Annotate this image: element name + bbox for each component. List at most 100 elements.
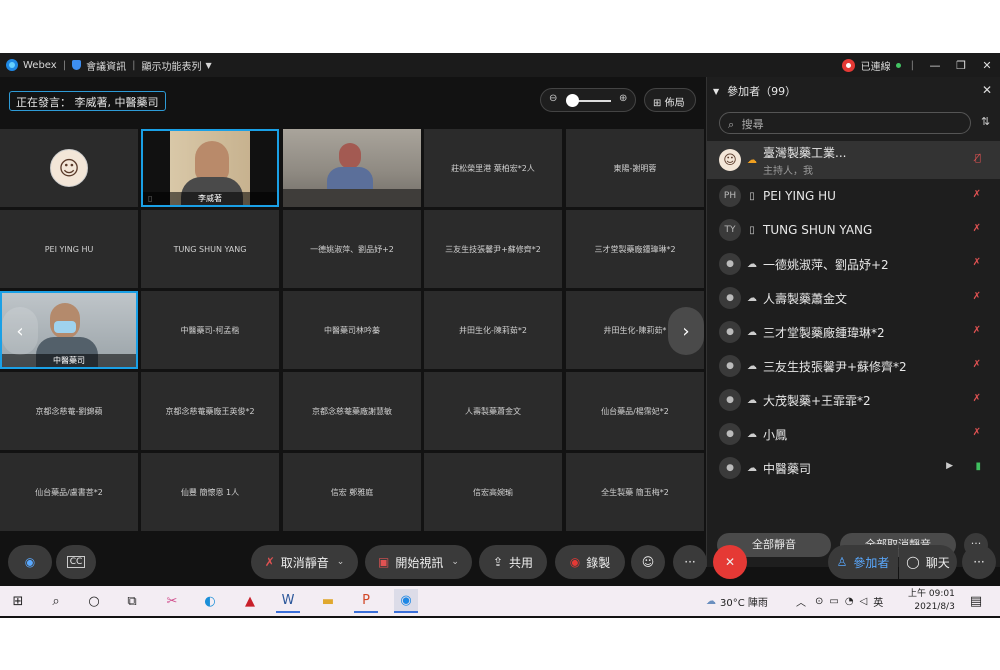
mic-muted-icon: ✗ [264, 555, 275, 569]
video-tile[interactable]: 中醫藥司-柯孟楷 [141, 291, 279, 369]
more-panels-button[interactable]: ··· [962, 545, 996, 579]
notification-icon[interactable]: ▤ [964, 589, 988, 613]
windows-start-icon[interactable]: ⊞ [6, 589, 30, 613]
mic-muted-icon[interactable]: ✗ [973, 189, 981, 200]
meeting-info-button[interactable]: 會議資訊 [86, 58, 126, 73]
zoom-in-icon[interactable]: ⊕ [619, 93, 627, 104]
chevron-down-icon[interactable]: ⌄ [337, 557, 345, 567]
webex-taskbar-icon[interactable]: ◉ [394, 589, 418, 613]
record-button[interactable]: ◉ 錄製 [555, 545, 625, 579]
pdf-reader-icon[interactable]: ▲ [238, 589, 262, 613]
network-icon[interactable]: ◔ [845, 596, 854, 607]
mic-muted-icon[interactable]: ✗ [973, 325, 981, 336]
previous-page-button[interactable]: ‹ [2, 307, 38, 355]
chevron-down-icon[interactable]: ⌄ [451, 557, 459, 567]
reactions-button[interactable]: ☺ [631, 545, 665, 579]
participant-row[interactable]: ● ☁ 中醫藥司 ▶ ▮ [707, 451, 1000, 485]
battery-icon[interactable]: ▭ [829, 596, 838, 607]
volume-icon[interactable]: ◁ [860, 596, 868, 607]
video-tile[interactable]: 三友生技張馨尹+蘇修齊*2 [424, 210, 562, 288]
video-tile[interactable]: 京都念慈菴藥廠謝慧敏 [283, 372, 421, 450]
participant-row[interactable]: ● ☁ 三友生技張馨尹+蘇修齊*2 ✗ [707, 349, 1000, 383]
system-clock[interactable]: 上午 09:01 2021/8/3 [908, 588, 955, 614]
video-tile[interactable]: 仙台藥品/盧書菩*2 [0, 453, 138, 531]
video-tile[interactable]: 中醫藥司林吟蓁 [283, 291, 421, 369]
video-tile[interactable]: 三才堂製藥廠鍾瑋琳*2 [566, 210, 704, 288]
participant-row[interactable]: ● ☁ 一德姚淑萍、劉品妤+2 ✗ [707, 247, 1000, 281]
zoom-control[interactable]: ⊖ ⊕ [540, 88, 636, 112]
participant-row[interactable]: ● ☁ 人壽製藥蕭金文 ✗ [707, 281, 1000, 315]
mic-muted-icon[interactable]: ✗ [973, 359, 981, 370]
snipping-tool-icon[interactable]: ✂ [160, 589, 184, 613]
video-tile[interactable]: 莊松榮里港 葉柏宏*2人 [424, 129, 562, 207]
chat-button[interactable]: ◯ 聊天 [899, 545, 957, 579]
avatar: TY [719, 219, 741, 241]
next-page-button[interactable]: › [668, 307, 704, 355]
video-tile[interactable]: 信宏 鄭雅庭 [283, 453, 421, 531]
video-tile-active-speaker[interactable]: ▯ 李威著 [141, 129, 279, 207]
mic-muted-icon[interactable]: ✗ [973, 223, 981, 234]
restore-button[interactable]: ❐ [948, 59, 974, 72]
edge-browser-icon[interactable]: ◐ [198, 589, 222, 613]
video-tile[interactable]: 井田生化-陳莉茹*2 [424, 291, 562, 369]
connection-status: 已連線 [860, 61, 891, 73]
video-tile[interactable]: 全生製藥 簡玉梅*2 [566, 453, 704, 531]
mic-muted-icon[interactable]: ✗ [973, 393, 981, 404]
participant-row-host[interactable]: ☺ ☁ 臺灣製藥工業... 主持人，我 🎙̸ [707, 141, 1000, 179]
minimize-button[interactable]: — [922, 59, 948, 72]
video-tile[interactable]: 人壽製藥蕭金文 [424, 372, 562, 450]
word-icon[interactable]: W [276, 589, 300, 613]
video-tile[interactable]: TUNG SHUN YANG [141, 210, 279, 288]
unmute-button[interactable]: ✗ 取消靜音 ⌄ [251, 545, 358, 579]
video-tile[interactable]: 仙豐 簡懷恩 1人 [141, 453, 279, 531]
unmute-label: 取消靜音 [280, 555, 329, 570]
video-tile[interactable]: 仙台藥品/楊霈妃*2 [566, 372, 704, 450]
video-tile[interactable]: 東陽-謝明蓉 [566, 129, 704, 207]
participant-row[interactable]: ● ☁ 小鳳 ✗ [707, 417, 1000, 451]
sort-icon[interactable]: ⇅ [981, 115, 990, 128]
zoom-slider-handle[interactable] [566, 94, 579, 107]
video-tile[interactable] [283, 129, 421, 207]
file-explorer-icon[interactable]: ▬ [316, 589, 340, 613]
task-view-icon[interactable]: ⧉ [120, 589, 144, 613]
ime-indicator[interactable]: 英 [873, 594, 883, 609]
start-video-button[interactable]: ▣ 開始視訊 ⌄ [365, 545, 472, 579]
leave-meeting-button[interactable]: ✕ [713, 545, 747, 579]
layout-button[interactable]: ⊞ 佈局 [644, 88, 696, 112]
tray-app-icon[interactable]: ⊙ [815, 596, 823, 607]
person-icon: ● [719, 389, 741, 411]
participants-button[interactable]: ♙ 參加者 [828, 545, 898, 579]
zoom-out-icon[interactable]: ⊖ [549, 93, 557, 104]
mic-muted-icon[interactable]: ✗ [973, 257, 981, 268]
powerpoint-icon[interactable]: P [354, 589, 378, 613]
captions-button[interactable]: CC [56, 545, 96, 579]
video-tile[interactable]: ☺ [0, 129, 138, 207]
video-tile[interactable]: 京都念慈菴-劉錦蘋 [0, 372, 138, 450]
search-input[interactable]: ⌕ 搜尋 [719, 112, 971, 134]
close-panel-button[interactable]: ✕ [982, 83, 992, 97]
participant-row[interactable]: TY ▯ TUNG SHUN YANG ✗ [707, 213, 1000, 247]
share-button[interactable]: ⇪ 共用 [479, 545, 547, 579]
weather-widget[interactable]: ☁ 30°C 陣雨 [706, 586, 768, 616]
mic-muted-icon[interactable]: ✗ [973, 427, 981, 438]
participant-row[interactable]: PH ▯ PEI YING HU ✗ [707, 179, 1000, 213]
close-window-button[interactable]: ✕ [974, 59, 1000, 72]
search-icon[interactable]: ⌕ [44, 589, 68, 613]
video-tile[interactable]: 信宏高婉瑜 [424, 453, 562, 531]
more-options-button[interactable]: ··· [673, 545, 707, 579]
chevron-down-icon[interactable]: ▼ [713, 87, 719, 96]
tray-chevron-icon[interactable]: ︿ [796, 586, 806, 616]
cortana-icon[interactable]: ○ [82, 589, 106, 613]
participant-row[interactable]: ● ☁ 三才堂製藥廠鍾瑋琳*2 ✗ [707, 315, 1000, 349]
person-icon: ● [719, 321, 741, 343]
participant-row[interactable]: ● ☁ 大茂製藥+王霏霏*2 ✗ [707, 383, 1000, 417]
video-tile[interactable]: 京都念慈菴藥廠王英俊*2 [141, 372, 279, 450]
mic-muted-icon[interactable]: 🎙̸ [975, 153, 981, 164]
mic-muted-icon[interactable]: ✗ [973, 291, 981, 302]
assistant-button[interactable]: ◉ [8, 545, 52, 579]
mic-active-icon[interactable]: ▮ [975, 461, 981, 472]
participant-list[interactable]: ☺ ☁ 臺灣製藥工業... 主持人，我 🎙̸ PH ▯ PEI YING HU … [707, 141, 1000, 499]
show-menu-button[interactable]: 顯示功能表列 [141, 58, 201, 73]
video-tile[interactable]: PEI YING HU [0, 210, 138, 288]
video-tile[interactable]: 一德姚淑萍、劉品妤+2 [283, 210, 421, 288]
